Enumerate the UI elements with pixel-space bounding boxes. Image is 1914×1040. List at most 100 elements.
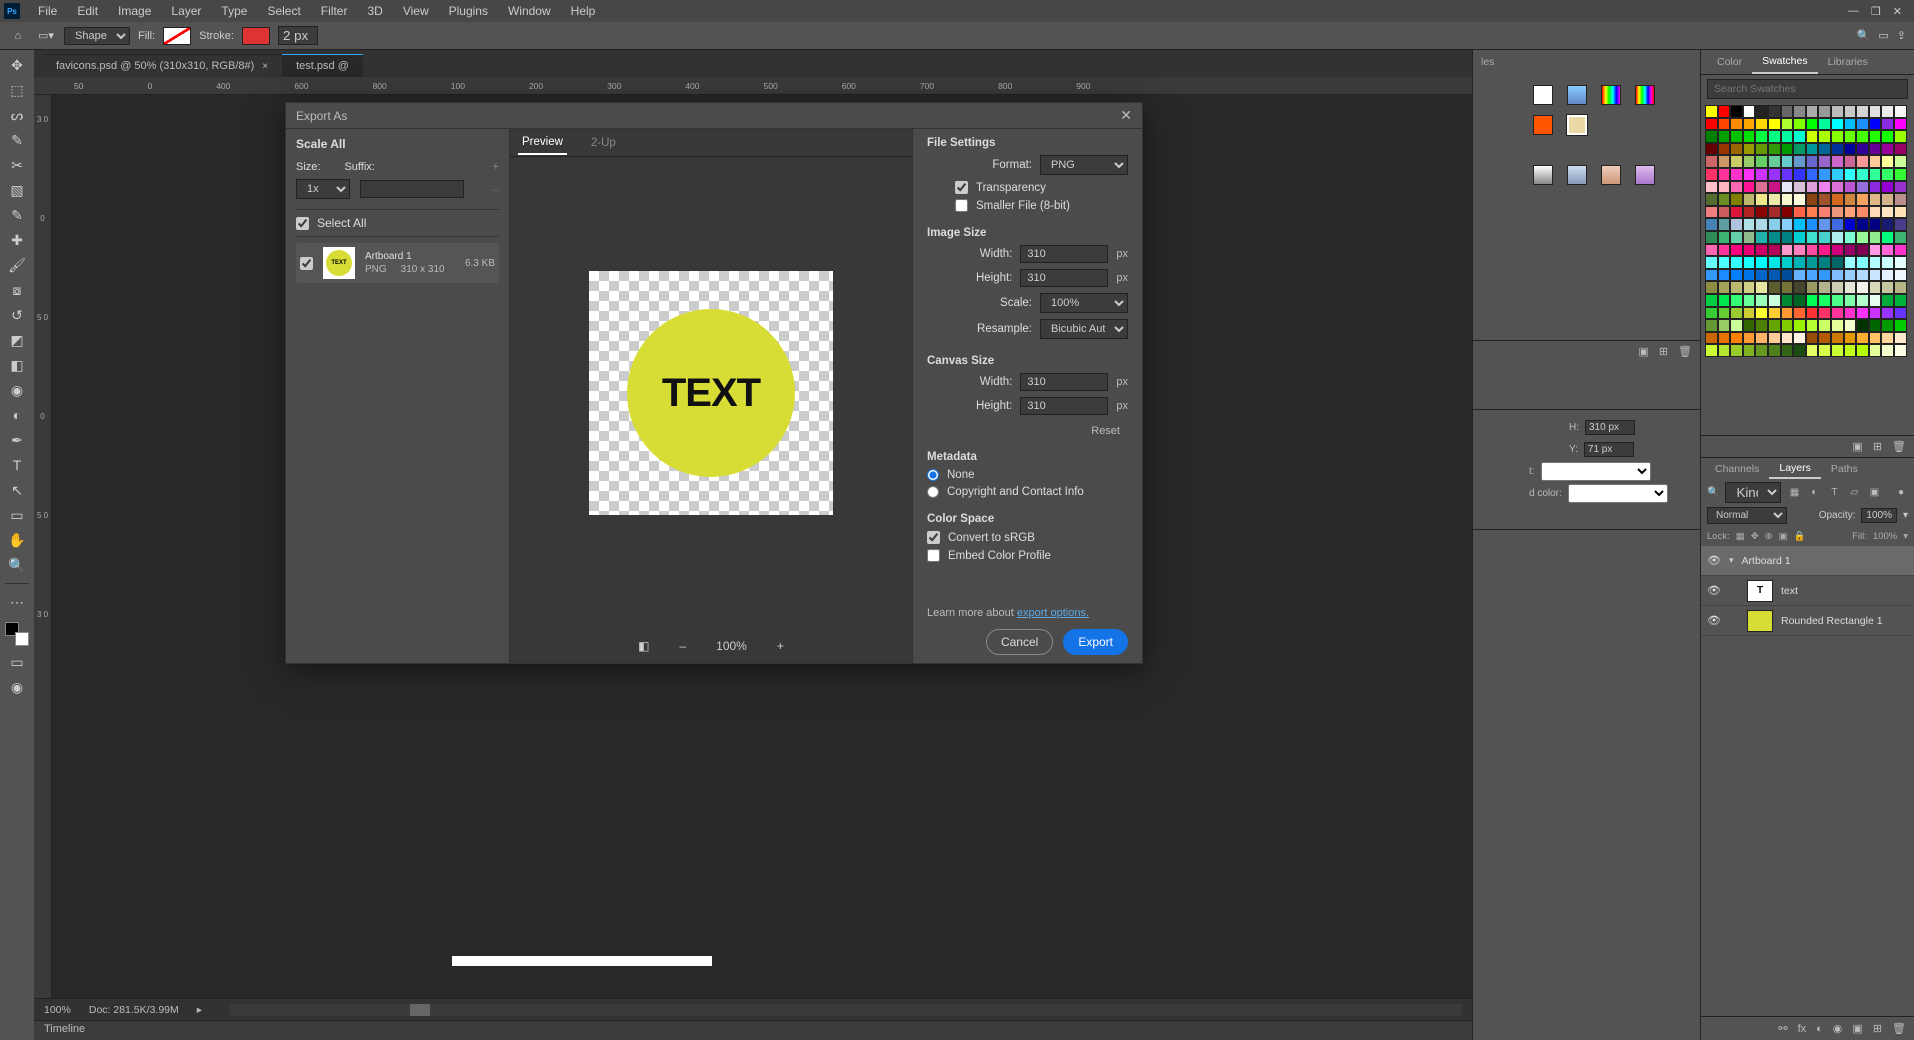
swatch-cell[interactable] [1844,269,1857,282]
swatch-cell[interactable] [1781,256,1794,269]
swatch-cell[interactable] [1705,244,1718,257]
swatch-cell[interactable] [1743,244,1756,257]
lasso-tool-icon[interactable]: ᔕ [5,106,29,124]
swatches-grid[interactable] [1701,103,1914,435]
swatches-search-input[interactable] [1707,79,1908,99]
swatch-cell[interactable] [1856,256,1869,269]
swatch-cell[interactable] [1806,155,1819,168]
swatch-cell[interactable] [1730,193,1743,206]
swatch-cell[interactable] [1730,130,1743,143]
swatch-cell[interactable] [1881,143,1894,156]
swatch-cell[interactable] [1844,206,1857,219]
cancel-button[interactable]: Cancel [986,629,1053,655]
swatch-cell[interactable] [1881,294,1894,307]
swatch-cell[interactable] [1881,281,1894,294]
status-zoom[interactable]: 100% [44,1004,71,1016]
swatch-cell[interactable] [1743,294,1756,307]
swatch-cell[interactable] [1743,143,1756,156]
swatch-cell[interactable] [1705,105,1718,118]
select-all-checkbox[interactable] [296,217,309,230]
swatch-cell[interactable] [1793,319,1806,332]
history-brush-icon[interactable]: ↺ [5,306,29,324]
swatch-cell[interactable] [1831,118,1844,131]
swatch-cell[interactable] [1755,269,1768,282]
swatch-cell[interactable] [1705,281,1718,294]
swatch-cell[interactable] [1768,344,1781,357]
swatch-cell[interactable] [1755,155,1768,168]
swatch-cell[interactable] [1793,332,1806,345]
swatch-cell[interactable] [1755,181,1768,194]
lock-artboard-icon[interactable]: ⊕ [1765,531,1773,542]
swatch-cell[interactable] [1869,143,1882,156]
lock-all-icon[interactable]: 🔒 [1794,531,1806,542]
swatch-cell[interactable] [1768,181,1781,194]
menu-view[interactable]: View [393,0,439,22]
smaller-file-checkbox[interactable] [955,199,968,212]
swatch-cell[interactable] [1881,168,1894,181]
swatch-cell[interactable] [1793,105,1806,118]
swatch-cell[interactable] [1844,105,1857,118]
blend-mode-select[interactable]: Normal [1707,507,1787,524]
swatch-cell[interactable] [1718,307,1731,320]
swatch-cell[interactable] [1844,294,1857,307]
swatch-cell[interactable] [1869,155,1882,168]
swatch-cell[interactable] [1768,231,1781,244]
swatch-cell[interactable] [1844,155,1857,168]
swatch-cell[interactable] [1768,256,1781,269]
swatch-cell[interactable] [1781,244,1794,257]
swatch-cell[interactable] [1781,307,1794,320]
swatch-cell[interactable] [1730,344,1743,357]
swatch-cell[interactable] [1806,307,1819,320]
swatch-cell[interactable] [1718,218,1731,231]
swatch-cell[interactable] [1881,244,1894,257]
tab-2up[interactable]: 2-Up [587,132,620,154]
quickmask-icon[interactable]: ◉ [5,678,29,696]
convert-srgb-checkbox[interactable] [927,531,940,544]
swatch-cell[interactable] [1793,307,1806,320]
swatch-cell[interactable] [1793,218,1806,231]
swatch-cell[interactable] [1806,168,1819,181]
swatch-cell[interactable] [1806,256,1819,269]
fx-icon[interactable]: fx [1798,1023,1807,1035]
swatch-cell[interactable] [1881,206,1894,219]
swatch-cell[interactable] [1718,181,1731,194]
swatch-cell[interactable] [1718,319,1731,332]
reset-button[interactable]: Reset [1083,421,1128,441]
canvas-toggle-icon[interactable]: ◧ [638,639,649,653]
swatch-cell[interactable] [1793,168,1806,181]
swatch-cell[interactable] [1768,118,1781,131]
swatch-cell[interactable] [1831,218,1844,231]
swatch-cell[interactable] [1768,269,1781,282]
swatch-cell[interactable] [1818,319,1831,332]
swatch-cell[interactable] [1818,206,1831,219]
swatch-cell[interactable] [1844,307,1857,320]
crop-tool-icon[interactable]: ✂ [5,156,29,174]
swatch-cell[interactable] [1806,118,1819,131]
swatch-cell[interactable] [1831,130,1844,143]
move-tool-icon[interactable]: ✥ [5,56,29,74]
swatch-cell[interactable] [1869,344,1882,357]
swatch-cell[interactable] [1806,269,1819,282]
swatch-cell[interactable] [1818,118,1831,131]
swatch-cell[interactable] [1768,332,1781,345]
swatch-cell[interactable] [1881,105,1894,118]
swatch-cell[interactable] [1781,218,1794,231]
swatch-cell[interactable] [1718,231,1731,244]
swatch-cell[interactable] [1705,269,1718,282]
menu-image[interactable]: Image [108,0,161,22]
blur-tool-icon[interactable]: ◉ [5,381,29,399]
lock-position-icon[interactable]: ✥ [1751,531,1759,542]
swatch-cell[interactable] [1705,181,1718,194]
shape-mode-select[interactable]: Shape [64,27,130,45]
swatch-cell[interactable] [1743,269,1756,282]
swatch-cell[interactable] [1818,244,1831,257]
swatch-cell[interactable] [1793,244,1806,257]
filter-type-icon[interactable]: T [1827,485,1841,499]
swatch-cell[interactable] [1730,244,1743,257]
swatch-cell[interactable] [1818,332,1831,345]
embed-profile-checkbox[interactable] [927,549,940,562]
swatch-cell[interactable] [1781,319,1794,332]
eraser-tool-icon[interactable]: ◩ [5,331,29,349]
swatch-cell[interactable] [1894,294,1907,307]
swatch-cell[interactable] [1718,294,1731,307]
